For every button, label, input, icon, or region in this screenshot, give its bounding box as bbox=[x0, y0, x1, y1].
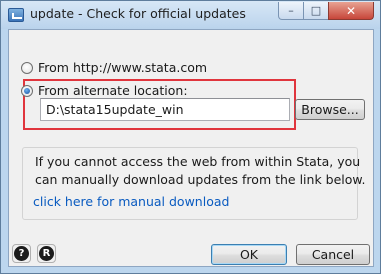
radio-from-alternate[interactable] bbox=[21, 85, 33, 97]
alternate-path-input[interactable]: D:\stata15update_win bbox=[40, 98, 290, 121]
browse-button[interactable]: Browse... bbox=[295, 99, 365, 120]
close-button[interactable]: ✕ bbox=[328, 2, 374, 20]
stata-app-icon bbox=[8, 8, 24, 22]
update-dialog-window: update - Check for official updates – □ … bbox=[0, 0, 381, 274]
cancel-button[interactable]: Cancel bbox=[296, 244, 370, 265]
radio-from-http[interactable] bbox=[21, 62, 33, 74]
window-title: update - Check for official updates bbox=[30, 6, 246, 21]
reset-icon[interactable]: R bbox=[37, 244, 56, 263]
ok-button[interactable]: OK bbox=[211, 244, 287, 265]
minimize-button[interactable]: – bbox=[278, 2, 304, 20]
manual-download-link[interactable]: click here for manual download bbox=[33, 194, 229, 209]
info-text-line-1: If you cannot access the web from within… bbox=[35, 154, 361, 169]
radio-from-http-label[interactable]: From http://www.stata.com bbox=[38, 60, 207, 75]
radio-from-alternate-label[interactable]: From alternate location: bbox=[38, 83, 188, 98]
manual-download-infobox: If you cannot access the web from within… bbox=[22, 147, 365, 220]
help-icon[interactable]: ? bbox=[12, 244, 31, 263]
info-text-line-2: can manually download updates from the l… bbox=[35, 172, 366, 187]
dialog-body: From http://www.stata.com From alternate… bbox=[8, 29, 374, 267]
maximize-button[interactable]: □ bbox=[303, 2, 329, 20]
title-bar[interactable]: update - Check for official updates – □ … bbox=[1, 1, 380, 29]
